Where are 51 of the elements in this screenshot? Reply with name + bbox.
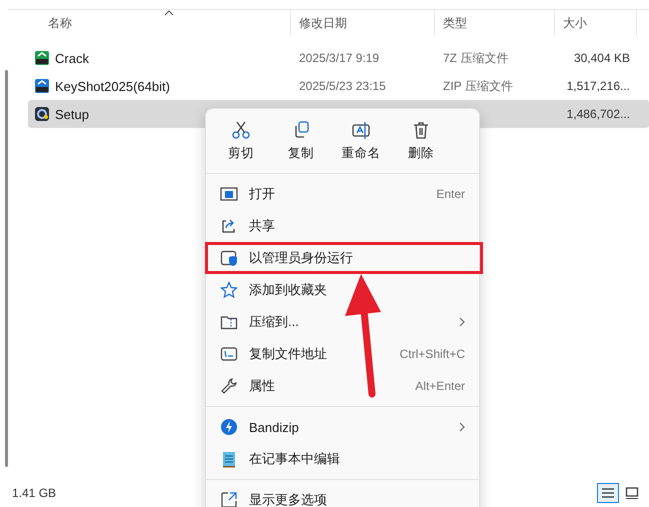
window-icon [220, 185, 238, 203]
menu-item[interactable]: 复制文件地址 Ctrl+Shift+C [206, 338, 479, 370]
delete-icon [411, 120, 431, 140]
selection-size: 1.41 GB [12, 486, 56, 500]
archive-icon [34, 50, 50, 66]
notepad-icon [220, 450, 238, 468]
app-icon [34, 106, 50, 122]
file-name: KeyShot2025(64bit) [55, 78, 170, 94]
tiles-icon [625, 487, 639, 499]
file-row[interactable]: KeyShot2025(64bit) 2025/5/23 23:15 ZIP 压缩文件 1,517,216... [28, 72, 649, 100]
file-name: Crack [55, 50, 89, 66]
file-type: ZIP 压缩文件 [442, 78, 514, 94]
menu-item[interactable]: 打开 Enter [206, 178, 479, 210]
archive-icon [34, 78, 50, 94]
rename-icon [351, 120, 371, 140]
details-view-button[interactable] [597, 483, 619, 503]
column-header[interactable]: 大小 [555, 10, 637, 36]
menu-action-button[interactable]: 剪切 [212, 115, 270, 167]
expand-icon [220, 491, 238, 507]
menu-item[interactable]: 显示更多选项 [206, 484, 479, 507]
column-header[interactable]: 修改日期 [291, 10, 435, 36]
path-icon [220, 345, 238, 363]
shield-icon [220, 249, 238, 267]
file-type: 7Z 压缩文件 [442, 50, 510, 66]
menu-item[interactable]: 压缩到... [206, 306, 479, 338]
menu-action-button[interactable]: 复制 [272, 115, 330, 167]
modified-date: 2025/5/23 23:15 [298, 79, 387, 93]
menu-action-button[interactable]: 删除 [392, 115, 450, 167]
cut-icon [231, 120, 251, 140]
chevron-right-icon [459, 317, 465, 327]
chevron-right-icon [459, 422, 465, 432]
file-size: 30,404 KB [572, 51, 630, 65]
menu-item[interactable]: 共享 [206, 210, 479, 242]
modified-date: 2025/3/17 9:19 [298, 51, 380, 65]
list-icon [601, 487, 615, 499]
star-icon [220, 281, 238, 299]
file-size: 1,517,216... [566, 79, 630, 93]
lightning-icon [220, 418, 238, 436]
menu-item[interactable]: 在记事本中编辑 [206, 443, 479, 475]
sort-caret-icon [164, 10, 174, 16]
menu-item[interactable]: Bandizip [206, 411, 479, 443]
file-name: Setup [55, 106, 89, 122]
wrench-icon [220, 377, 238, 395]
file-row[interactable]: Crack 2025/3/17 9:19 7Z 压缩文件 30,404 KB [28, 44, 649, 72]
column-header[interactable]: 类型 [435, 10, 555, 36]
menu-action-button[interactable]: 重命名 [332, 115, 390, 167]
menu-item[interactable]: 属性 Alt+Enter [206, 370, 479, 402]
column-header[interactable]: 名称 [28, 10, 291, 36]
menu-item[interactable]: 添加到收藏夹 [206, 274, 479, 306]
file-size: 1,486,702... [566, 107, 630, 121]
menu-item[interactable]: 以管理员身份运行 [206, 242, 479, 274]
